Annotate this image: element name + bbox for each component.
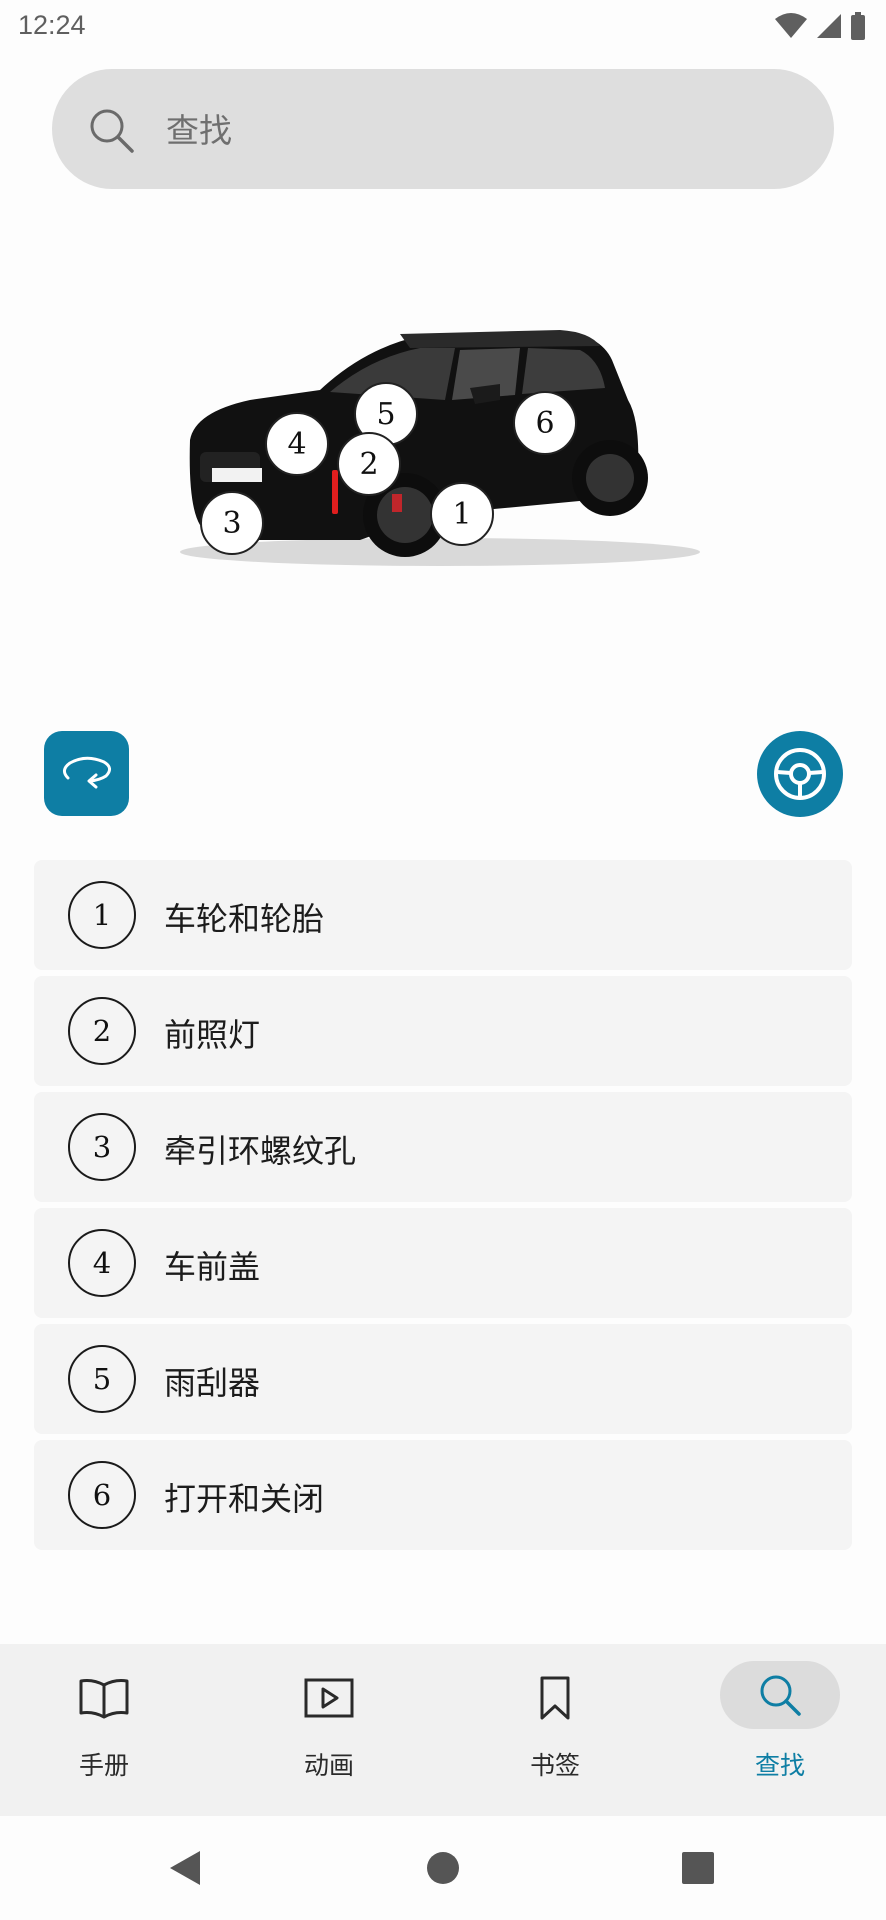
hotspot-6[interactable]: 6 bbox=[513, 391, 577, 455]
status-bar: 12:24 bbox=[0, 0, 886, 52]
item-number: 3 bbox=[68, 1113, 136, 1181]
search-icon bbox=[90, 109, 134, 153]
item-label: 车轮和轮胎 bbox=[164, 900, 325, 938]
hotspot-1[interactable]: 1 bbox=[430, 482, 494, 546]
search-input[interactable] bbox=[164, 99, 768, 161]
status-time: 12:24 bbox=[18, 10, 86, 40]
item-number: 4 bbox=[68, 1229, 136, 1297]
nav-tab-animation[interactable]: 动画 bbox=[249, 1670, 409, 1782]
item-label: 车前盖 bbox=[164, 1248, 261, 1286]
nav-tab-manual[interactable]: 手册 bbox=[24, 1670, 184, 1782]
book-icon bbox=[79, 1679, 129, 1719]
play-icon bbox=[304, 1678, 354, 1718]
search-bar[interactable] bbox=[52, 69, 834, 189]
list-item[interactable]: 2 前照灯 bbox=[34, 976, 852, 1086]
home-icon[interactable] bbox=[426, 1851, 460, 1885]
rotate-view-button[interactable] bbox=[44, 731, 129, 816]
list-item[interactable]: 4 车前盖 bbox=[34, 1208, 852, 1318]
item-label: 牵引环螺纹孔 bbox=[164, 1132, 357, 1170]
battery-icon bbox=[851, 12, 865, 40]
list-item[interactable]: 1 车轮和轮胎 bbox=[34, 860, 852, 970]
component-list: 1 车轮和轮胎 2 前照灯 3 牵引环螺纹孔 4 车前盖 5 雨刮器 6 打开和… bbox=[34, 860, 852, 1556]
recents-icon[interactable] bbox=[682, 1852, 714, 1884]
bookmark-icon bbox=[540, 1676, 570, 1720]
list-item[interactable]: 3 牵引环螺纹孔 bbox=[34, 1092, 852, 1202]
search-icon bbox=[760, 1675, 801, 1716]
item-label: 前照灯 bbox=[164, 1016, 261, 1054]
item-number: 5 bbox=[68, 1345, 136, 1413]
bottom-nav: 手册 动画 书签 查找 bbox=[0, 1644, 886, 1816]
nav-active-indicator bbox=[720, 1661, 840, 1729]
nav-label-search: 查找 bbox=[754, 1751, 805, 1780]
status-icons bbox=[774, 12, 866, 40]
cell-signal-icon bbox=[817, 14, 841, 38]
nav-tab-search[interactable]: 查找 bbox=[700, 1661, 860, 1782]
item-number: 1 bbox=[68, 881, 136, 949]
car-diagram: 5 6 4 2 3 1 bbox=[0, 300, 886, 580]
item-label: 雨刮器 bbox=[164, 1364, 261, 1402]
back-icon[interactable] bbox=[168, 1849, 202, 1887]
hotspot-2[interactable]: 2 bbox=[337, 432, 401, 496]
nav-label-animation: 动画 bbox=[303, 1751, 354, 1780]
list-item[interactable]: 5 雨刮器 bbox=[34, 1324, 852, 1434]
steering-wheel-icon bbox=[774, 748, 826, 800]
system-nav-bar bbox=[0, 1816, 886, 1920]
rotate-icon bbox=[62, 756, 111, 788]
item-number: 6 bbox=[68, 1461, 136, 1529]
hotspot-3[interactable]: 3 bbox=[200, 491, 264, 555]
wifi-icon bbox=[775, 13, 807, 38]
nav-label-bookmarks: 书签 bbox=[529, 1751, 580, 1780]
nav-tab-bookmarks[interactable]: 书签 bbox=[475, 1670, 635, 1782]
interior-view-button[interactable] bbox=[757, 731, 843, 817]
item-number: 2 bbox=[68, 997, 136, 1065]
item-label: 打开和关闭 bbox=[164, 1480, 325, 1518]
list-item[interactable]: 6 打开和关闭 bbox=[34, 1440, 852, 1550]
hotspot-4[interactable]: 4 bbox=[265, 412, 329, 476]
nav-label-manual: 手册 bbox=[78, 1751, 129, 1780]
